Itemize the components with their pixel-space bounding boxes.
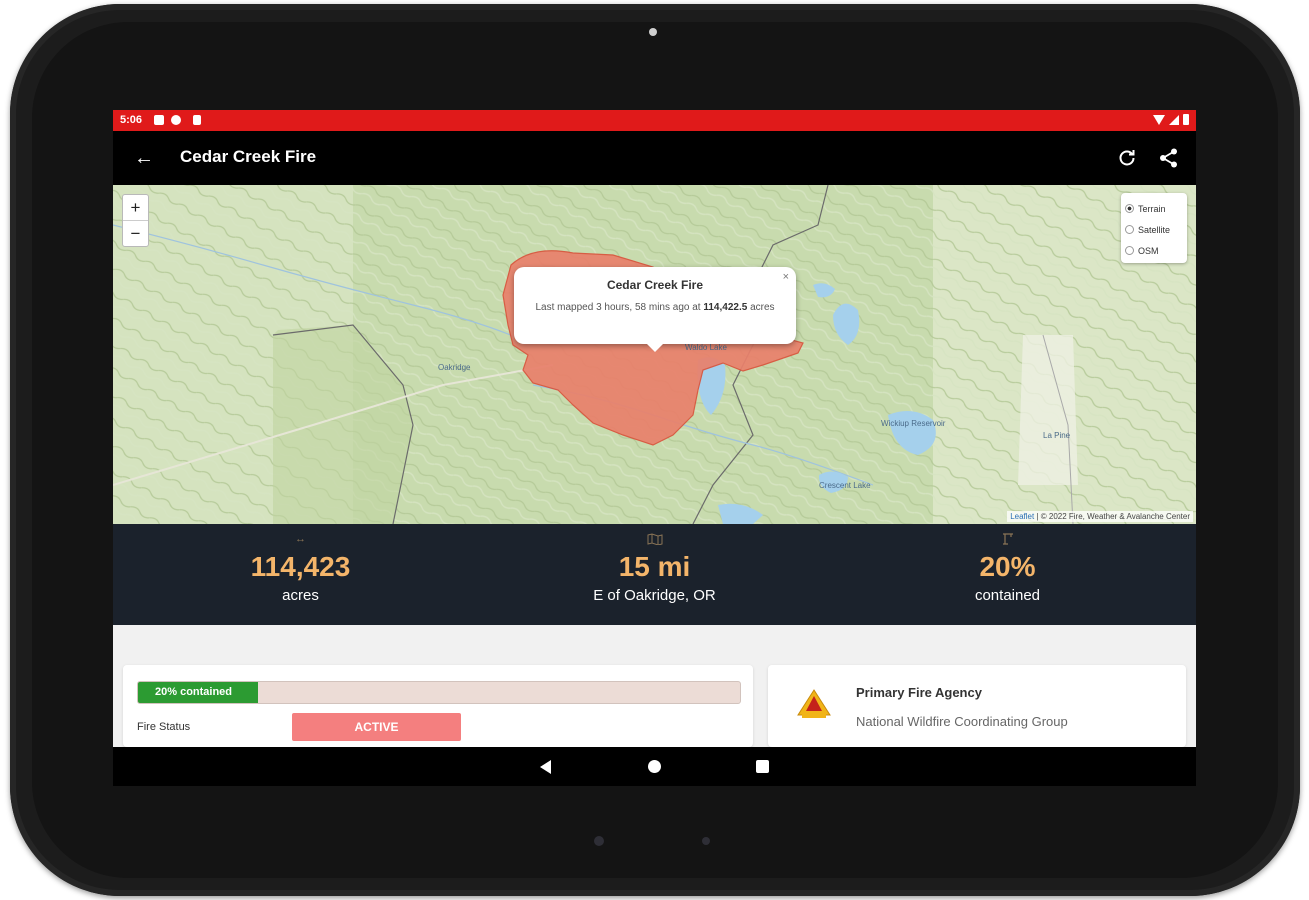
stat-label: E of Oakridge, OR	[593, 587, 716, 604]
agency-logo-icon	[797, 689, 831, 718]
notification-icon	[171, 115, 181, 125]
sensor-dot	[594, 836, 604, 846]
agency-card: Primary Fire Agency National Wildfire Co…	[768, 665, 1186, 747]
stat-value: 20%	[979, 551, 1036, 582]
popup-desc-suffix: acres	[750, 302, 775, 313]
terrain-map	[113, 185, 1196, 524]
popup-close-button[interactable]: ×	[783, 271, 789, 283]
stat-value: 114,423	[250, 551, 351, 582]
device-screen: 5:06 ← Cedar Creek Fire Oakridge Waldo L…	[113, 110, 1196, 786]
stat-label: contained	[974, 587, 1041, 604]
popup-description: Last mapped 3 hours, 58 mins ago at 114,…	[526, 298, 784, 317]
arrows-icon: ↔	[295, 533, 306, 545]
stat-value: 15 mi	[618, 551, 691, 582]
page-title: Cedar Creek Fire	[180, 147, 317, 166]
status-bar: 5:06	[113, 110, 1196, 131]
layer-option-terrain[interactable]: Terrain	[1125, 198, 1183, 219]
nav-back-icon[interactable]	[540, 760, 551, 774]
signal-icon	[1169, 114, 1179, 125]
sd-card-icon	[193, 115, 201, 125]
stat-label: acres	[282, 587, 319, 604]
fire-popup: × Cedar Creek Fire Last mapped 3 hours, …	[514, 267, 796, 352]
agency-heading: Primary Fire Agency	[856, 685, 982, 700]
layer-label: OSM	[1138, 245, 1159, 256]
crane-icon	[1002, 533, 1013, 545]
back-arrow-icon[interactable]: ←	[131, 145, 157, 171]
front-camera	[649, 28, 657, 36]
layer-option-satellite[interactable]: Satellite	[1125, 219, 1183, 240]
layer-switcher: Terrain Satellite OSM	[1121, 193, 1187, 263]
radio-selected[interactable]	[1125, 204, 1134, 213]
app-bar: ← Cedar Creek Fire	[113, 131, 1196, 185]
stat-distance: 15 mi E of Oakridge, OR	[474, 524, 835, 625]
zoom-out-button[interactable]: −	[123, 220, 148, 245]
zoom-in-button[interactable]: +	[123, 195, 148, 220]
stats-band: ↔ 114,423 acres 15 mi E of Oakridge, OR …	[113, 524, 1196, 625]
popup-acres: 114,422.5	[703, 302, 748, 313]
radio[interactable]	[1125, 225, 1134, 234]
wifi-icon	[1153, 114, 1165, 125]
map-label-wickiup: Wickiup Reservoir	[881, 419, 946, 428]
status-icons	[1153, 114, 1189, 125]
stat-containment: 20% contained	[827, 524, 1188, 625]
progress-label: 20% contained	[155, 686, 233, 698]
details-section: 20% contained Fire Status ACTIVE Primary…	[113, 625, 1196, 747]
containment-progress: 20% contained	[137, 681, 741, 704]
containment-card: 20% contained Fire Status ACTIVE	[123, 665, 753, 747]
system-nav-bar	[113, 747, 1196, 786]
nav-recents-icon[interactable]	[756, 760, 769, 773]
map-label-la-pine: La Pine	[1043, 431, 1071, 440]
agency-name: National Wildfire Coordinating Group	[856, 714, 1068, 729]
attribution-text: | © 2022 Fire, Weather & Avalanche Cente…	[1036, 512, 1190, 521]
popup-desc-prefix: Last mapped 3 hours, 58 mins ago at	[535, 302, 701, 313]
stat-acres: ↔ 114,423 acres	[120, 524, 481, 625]
status-badge: ACTIVE	[292, 713, 461, 741]
radio[interactable]	[1125, 246, 1134, 255]
map-label-waldo-lake: Waldo Lake	[685, 343, 727, 352]
map-label-crescent: Crescent Lake	[819, 481, 871, 490]
layer-label: Satellite	[1138, 224, 1171, 235]
popup-title: Cedar Creek Fire	[606, 278, 704, 292]
sensor-dot	[702, 837, 710, 845]
map-label-oakridge: Oakridge	[438, 363, 471, 372]
notification-icon	[154, 115, 164, 125]
status-time: 5:06	[120, 114, 143, 126]
fire-status-label: Fire Status	[137, 721, 191, 733]
map-icon	[647, 533, 662, 545]
layer-option-osm[interactable]: OSM	[1125, 240, 1183, 261]
share-icon[interactable]	[1156, 145, 1182, 171]
zoom-control: + −	[122, 194, 149, 247]
nav-home-icon[interactable]	[648, 760, 661, 773]
map-attribution: Leaflet | © 2022 Fire, Weather & Avalanc…	[1007, 511, 1193, 522]
refresh-icon[interactable]	[1114, 145, 1140, 171]
leaflet-link[interactable]: Leaflet	[1010, 512, 1034, 521]
battery-icon	[1183, 114, 1189, 125]
layer-label: Terrain	[1138, 203, 1166, 214]
fire-map[interactable]: Oakridge Waldo Lake La Pine Wickiup Rese…	[113, 185, 1196, 524]
